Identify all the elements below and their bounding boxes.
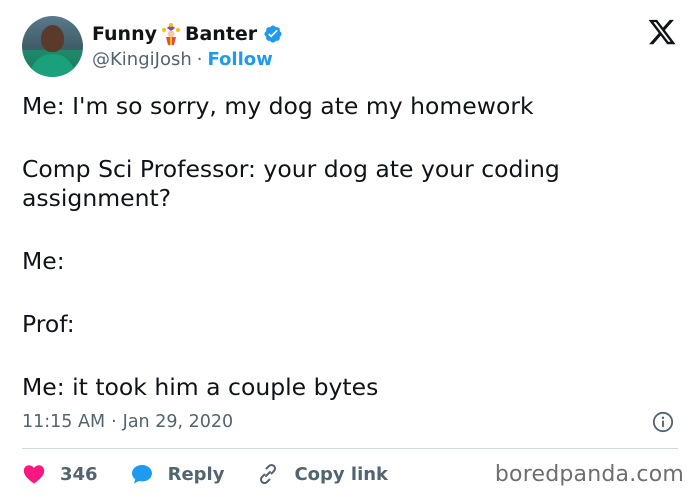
tweet-card: Funny Banter @KingiJosh · Follow Me: I'm… (0, 0, 700, 502)
copy-link-label: Copy link (294, 463, 389, 485)
display-name[interactable]: Funny Banter (92, 21, 283, 47)
link-icon (260, 463, 277, 485)
reply-button[interactable]: Reply (130, 462, 225, 486)
heart-icon (23, 465, 45, 484)
reply-bubble-icon (131, 465, 152, 484)
handle-row: @KingiJosh · Follow (92, 47, 273, 71)
tweet-time: 11:15 AM (22, 412, 106, 432)
handle[interactable]: @KingiJosh (92, 49, 192, 70)
display-name-part2: Banter (185, 23, 258, 45)
info-icon[interactable] (652, 411, 674, 433)
tweet-line: Comp Sci Professor: your dog ate your co… (22, 155, 560, 212)
action-bar: 346 Reply Copy link (22, 460, 420, 488)
like-button[interactable]: 346 (22, 462, 98, 486)
tweet-line: Prof: (22, 310, 75, 338)
divider (22, 448, 678, 449)
copy-link-button[interactable]: Copy link (256, 462, 388, 486)
watermark: boredpanda.com (494, 462, 684, 487)
like-count: 346 (60, 463, 98, 485)
separator-dot: · (196, 48, 203, 70)
tweet-text: Me: I'm so sorry, my dog ate my homework… (22, 92, 662, 436)
verified-badge-icon[interactable] (263, 24, 283, 44)
tweet-line: Me: (22, 247, 65, 275)
jester-emoji-icon (162, 23, 180, 45)
timestamp-separator: · (111, 412, 117, 432)
tweet-date: Jan 29, 2020 (122, 412, 234, 432)
tweet-line: Me: it took him a couple bytes (22, 373, 379, 401)
reply-label: Reply (167, 463, 225, 485)
follow-button[interactable]: Follow (207, 49, 272, 70)
timestamp[interactable]: 11:15 AM · Jan 29, 2020 (22, 410, 233, 434)
avatar[interactable] (22, 16, 83, 77)
tweet-line: Me: I'm so sorry, my dog ate my homework (22, 92, 534, 120)
display-name-part1: Funny (92, 23, 157, 45)
x-logo-icon[interactable] (647, 17, 677, 47)
